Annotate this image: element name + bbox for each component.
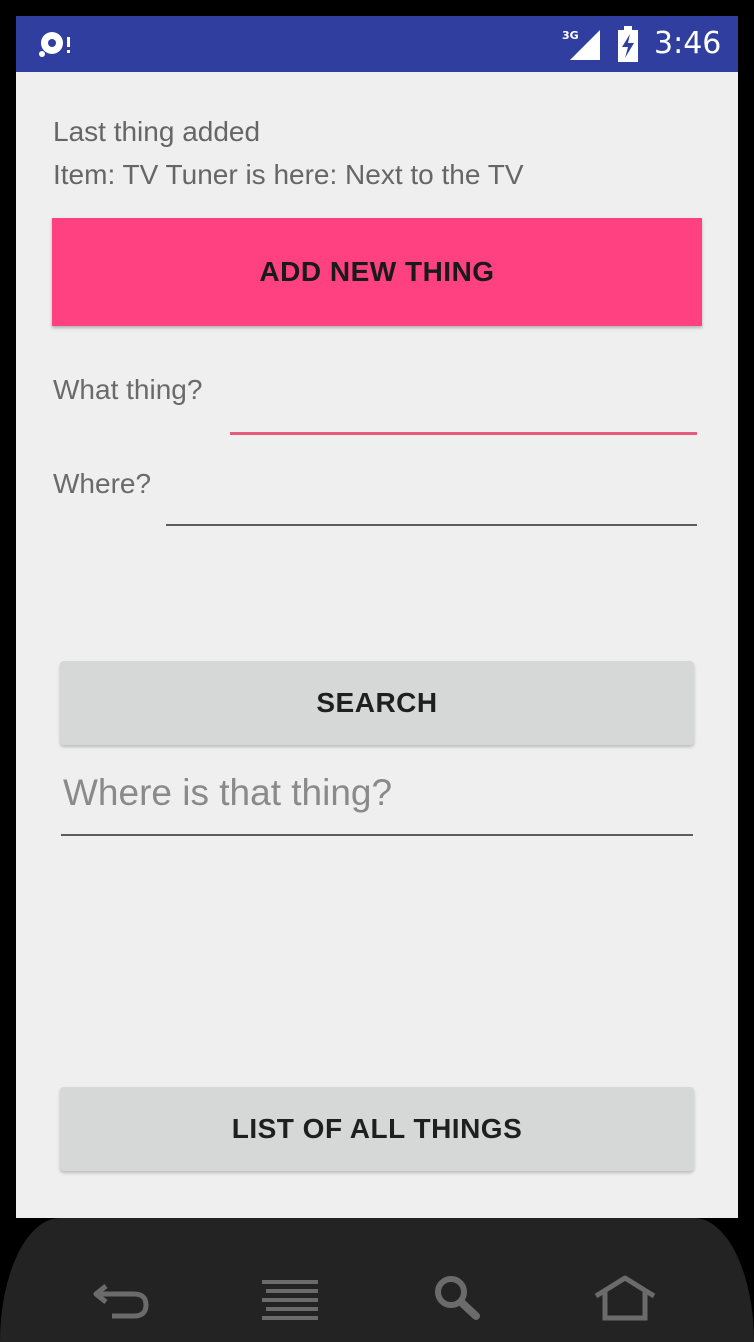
where-is-thing-placeholder: Where is that thing?	[63, 772, 393, 813]
status-clock: 3:46	[654, 26, 722, 61]
where-is-thing-input[interactable]: Where is that thing?	[61, 766, 693, 836]
home-icon[interactable]	[592, 1274, 658, 1322]
where-label: Where?	[53, 468, 152, 499]
back-icon[interactable]	[92, 1274, 152, 1322]
search-button[interactable]: SEARCH	[60, 661, 694, 745]
last-added-item-text: Item: TV Tuner is here: Next to the TV	[53, 159, 524, 190]
add-new-thing-button[interactable]: ADD NEW THING	[52, 218, 702, 326]
status-bar: 3G 3:46	[16, 16, 738, 72]
sync-disc-icon	[39, 32, 70, 57]
where-input[interactable]	[166, 470, 697, 526]
device-frame: 3G 3:46 Last thing added Item: TV Tuner …	[0, 0, 754, 1342]
signal-3g-icon: 3G	[562, 29, 600, 60]
menu-icon[interactable]	[258, 1274, 322, 1322]
what-thing-label: What thing?	[53, 374, 203, 405]
list-all-things-button[interactable]: LIST OF ALL THINGS	[60, 1087, 694, 1171]
app-screen: 3G 3:46 Last thing added Item: TV Tuner …	[16, 16, 738, 1218]
network-type-label: 3G	[562, 29, 579, 42]
search-nav-icon[interactable]	[432, 1274, 484, 1322]
battery-charging-icon	[618, 26, 638, 62]
what-thing-input[interactable]	[230, 376, 697, 435]
last-added-title: Last thing added	[53, 116, 261, 147]
